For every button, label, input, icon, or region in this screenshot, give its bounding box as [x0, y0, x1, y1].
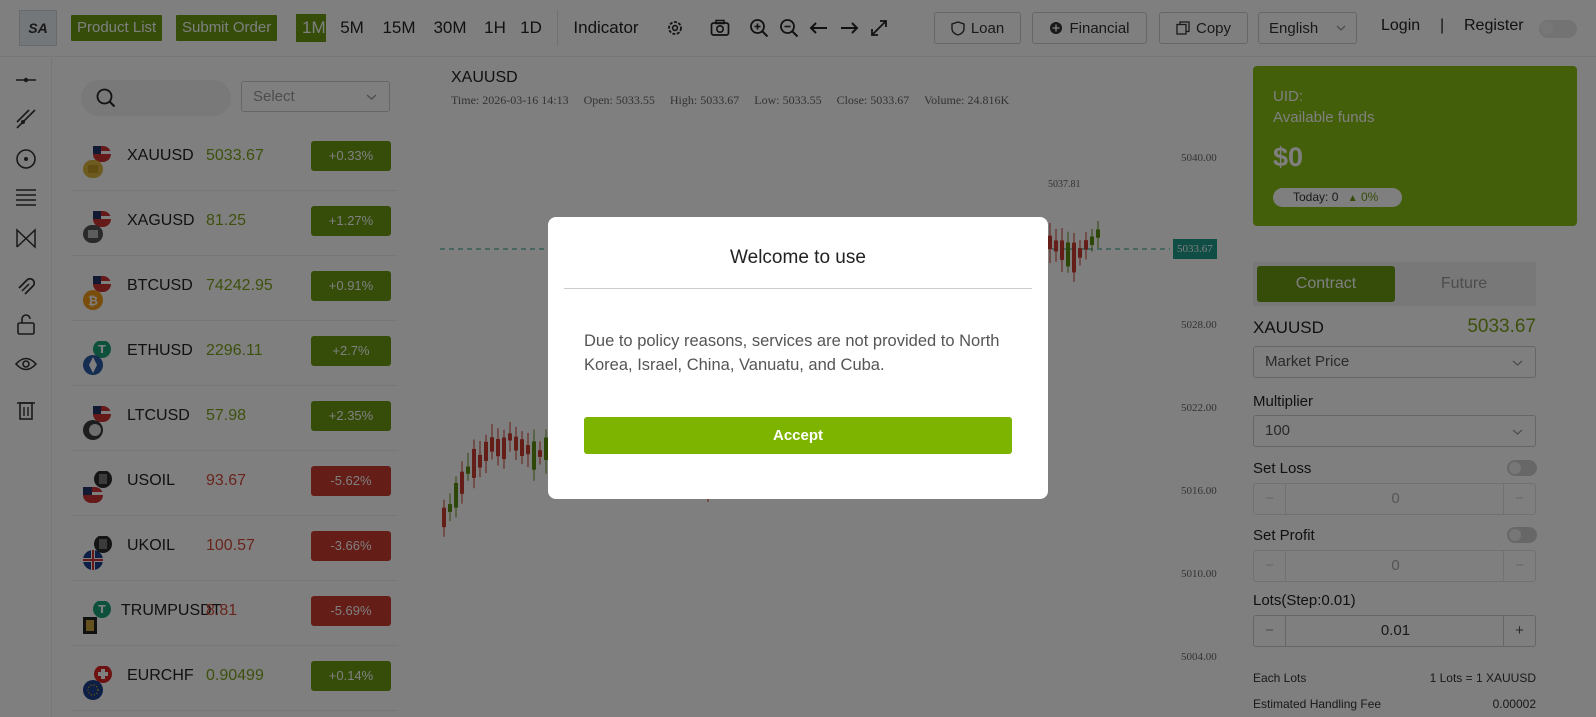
welcome-dialog: Welcome to use Due to policy reasons, se…	[548, 217, 1048, 499]
dialog-title: Welcome to use	[730, 247, 866, 268]
dialog-message: Due to policy reasons, services are not …	[584, 332, 1000, 374]
accept-button[interactable]: Accept	[584, 417, 1012, 454]
dialog-divider	[564, 288, 1032, 289]
